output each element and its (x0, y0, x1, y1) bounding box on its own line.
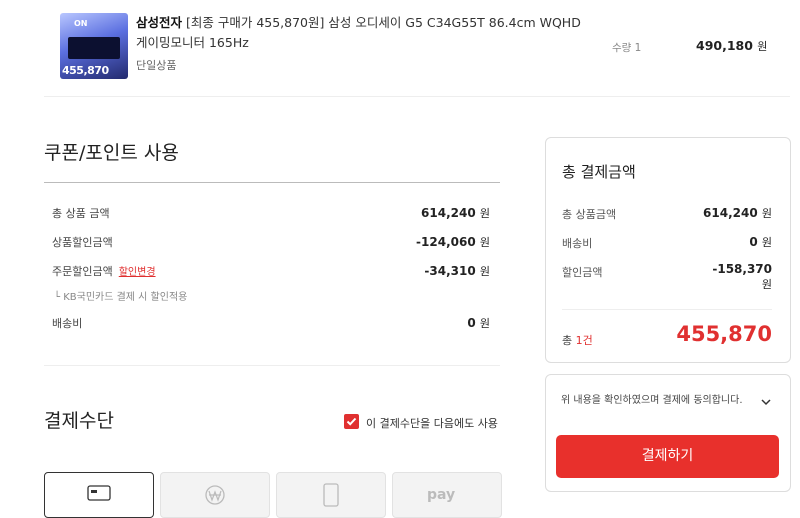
card-icon (87, 485, 111, 501)
reuse-payment-label[interactable]: 이 결제수단을 다음에도 사용 (366, 415, 498, 431)
amount: -34,310 (424, 264, 476, 278)
amount: 0 (467, 316, 476, 330)
amount: -158,370 (712, 262, 772, 276)
divider (562, 309, 772, 310)
product-thumbnail[interactable]: ON 455,870 (60, 13, 128, 79)
amount: 614,240 (703, 206, 758, 220)
divider (44, 182, 500, 183)
amount: 0 (749, 235, 758, 249)
summary-discount-label: 할인금액 (562, 266, 603, 279)
currency-unit: 원 (479, 265, 490, 278)
coupon-point-heading: 쿠폰/포인트 사용 (44, 142, 179, 164)
change-discount-link[interactable]: 할인변경 (119, 267, 156, 278)
product-discount-value: -124,060 원 (370, 234, 490, 250)
product-title[interactable]: 삼성전자 [최종 구매가 455,870원] 삼성 오디세이 G5 C34G55… (136, 13, 596, 53)
total-product-amount-value: 614,240 원 (370, 205, 490, 221)
product-option: 단일상품 (136, 59, 177, 72)
payment-method-bank[interactable] (160, 472, 270, 518)
item-count: 총 1건 (562, 332, 593, 348)
chevron-down-icon[interactable] (760, 392, 772, 411)
thumbnail-price: 455,870 (62, 64, 109, 77)
currency-unit: 원 (479, 207, 490, 220)
divider (44, 96, 790, 97)
order-discount-text: 주문할인금액 (52, 265, 113, 278)
payment-method-pay[interactable]: pay (392, 472, 502, 518)
shipping-fee-label: 배송비 (52, 317, 83, 330)
reuse-payment-checkbox[interactable] (344, 414, 359, 429)
product-quantity: 수량 1 (612, 42, 642, 54)
divider (44, 365, 500, 366)
thumbnail-badge: ON (74, 19, 88, 28)
currency-unit: 원 (761, 207, 772, 220)
amount: 614,240 (421, 206, 476, 220)
shipping-fee-value: 0 원 (370, 315, 490, 331)
product-price: 490,180 원 (696, 38, 767, 54)
monitor-image (68, 37, 120, 59)
payment-method-heading: 결제수단 (44, 410, 114, 432)
summary-shipping-value: 0 원 (652, 234, 772, 250)
pay-label: pay (427, 487, 456, 503)
currency-unit: 원 (761, 278, 772, 291)
product-discount-label: 상품할인금액 (52, 236, 113, 249)
amount: -124,060 (416, 235, 476, 249)
currency-unit: 원 (479, 317, 490, 330)
total-amount: 455,870 (676, 322, 772, 346)
order-discount-label: 주문할인금액 할인변경 (52, 263, 156, 279)
summary-product-amount-value: 614,240 원 (652, 205, 772, 221)
pay-button[interactable]: 결제하기 (556, 435, 779, 478)
item-count-value: 1건 (575, 334, 593, 347)
discount-note: └ KB국민카드 결제 시 할인적용 (54, 292, 188, 303)
won-icon (205, 485, 225, 505)
payment-method-phone[interactable] (276, 472, 386, 518)
pay-icon: pay (427, 487, 455, 503)
product-price-value: 490,180 (696, 38, 753, 53)
currency-unit: 원 (479, 236, 490, 249)
agreement-text[interactable]: 위 내용을 확인하였으며 결제에 동의합니다. (561, 391, 743, 406)
currency-unit: 원 (757, 40, 768, 53)
summary-shipping-label: 배송비 (562, 237, 593, 250)
product-brand: 삼성전자 (136, 15, 183, 30)
currency-unit: 원 (761, 236, 772, 249)
summary-title: 총 결제금액 (562, 163, 636, 181)
check-icon (346, 417, 357, 426)
phone-icon (323, 483, 339, 507)
summary-product-amount-label: 총 상품금액 (562, 208, 617, 221)
total-product-amount-label: 총 상품 금액 (52, 207, 110, 220)
summary-discount-value: -158,370 원 (652, 262, 772, 292)
product-name: [최종 구매가 455,870원] 삼성 오디세이 G5 C34G55T 86.… (136, 15, 581, 50)
order-discount-value: -34,310 원 (370, 263, 490, 279)
payment-method-card[interactable] (44, 472, 154, 518)
item-count-prefix: 총 (562, 334, 576, 347)
